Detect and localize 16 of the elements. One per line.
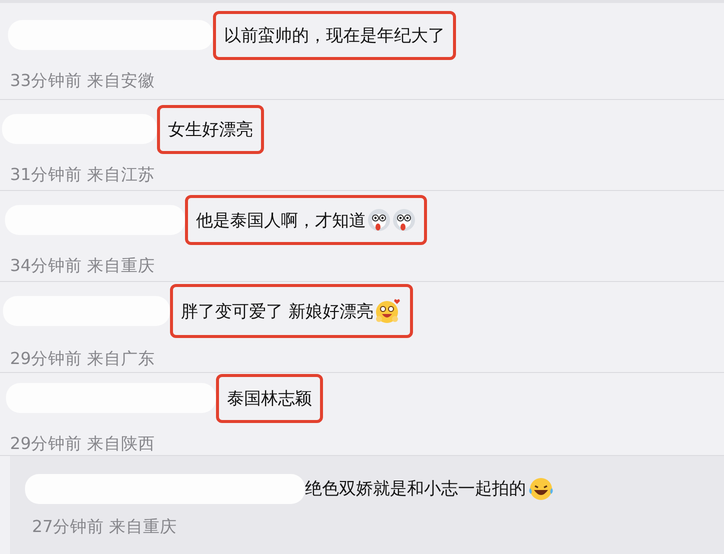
dog-face-emoji-icon [367,208,391,232]
comment-meta: 34分钟前 来自重庆 [10,255,156,277]
comment-text: 女生好漂亮 [168,118,253,140]
comment-text: 以前蛮帅的，现在是年纪大了 [224,24,445,46]
comment-meta: 27分钟前 来自重庆 [32,516,178,538]
laughing-face-emoji-icon [527,476,555,502]
dog-face-emoji-icon [392,208,416,232]
comment-text: 他是泰国人啊，才知道 [196,210,366,232]
comment-meta: 33分钟前 来自安徽 [10,70,156,92]
comment-meta: 31分钟前 来自江苏 [10,164,156,186]
comment-text: 绝色双娇就是和小志一起拍的 [305,478,526,500]
comment-meta: 29分钟前 来自广东 [10,348,156,370]
comment-text: 泰国林志颖 [227,388,312,410]
blushing-face-emoji-icon [374,297,402,325]
comment-meta: 29分钟前 来自陕西 [10,432,156,454]
comment-text: 胖了变可爱了 新娘好漂亮 [181,300,374,322]
